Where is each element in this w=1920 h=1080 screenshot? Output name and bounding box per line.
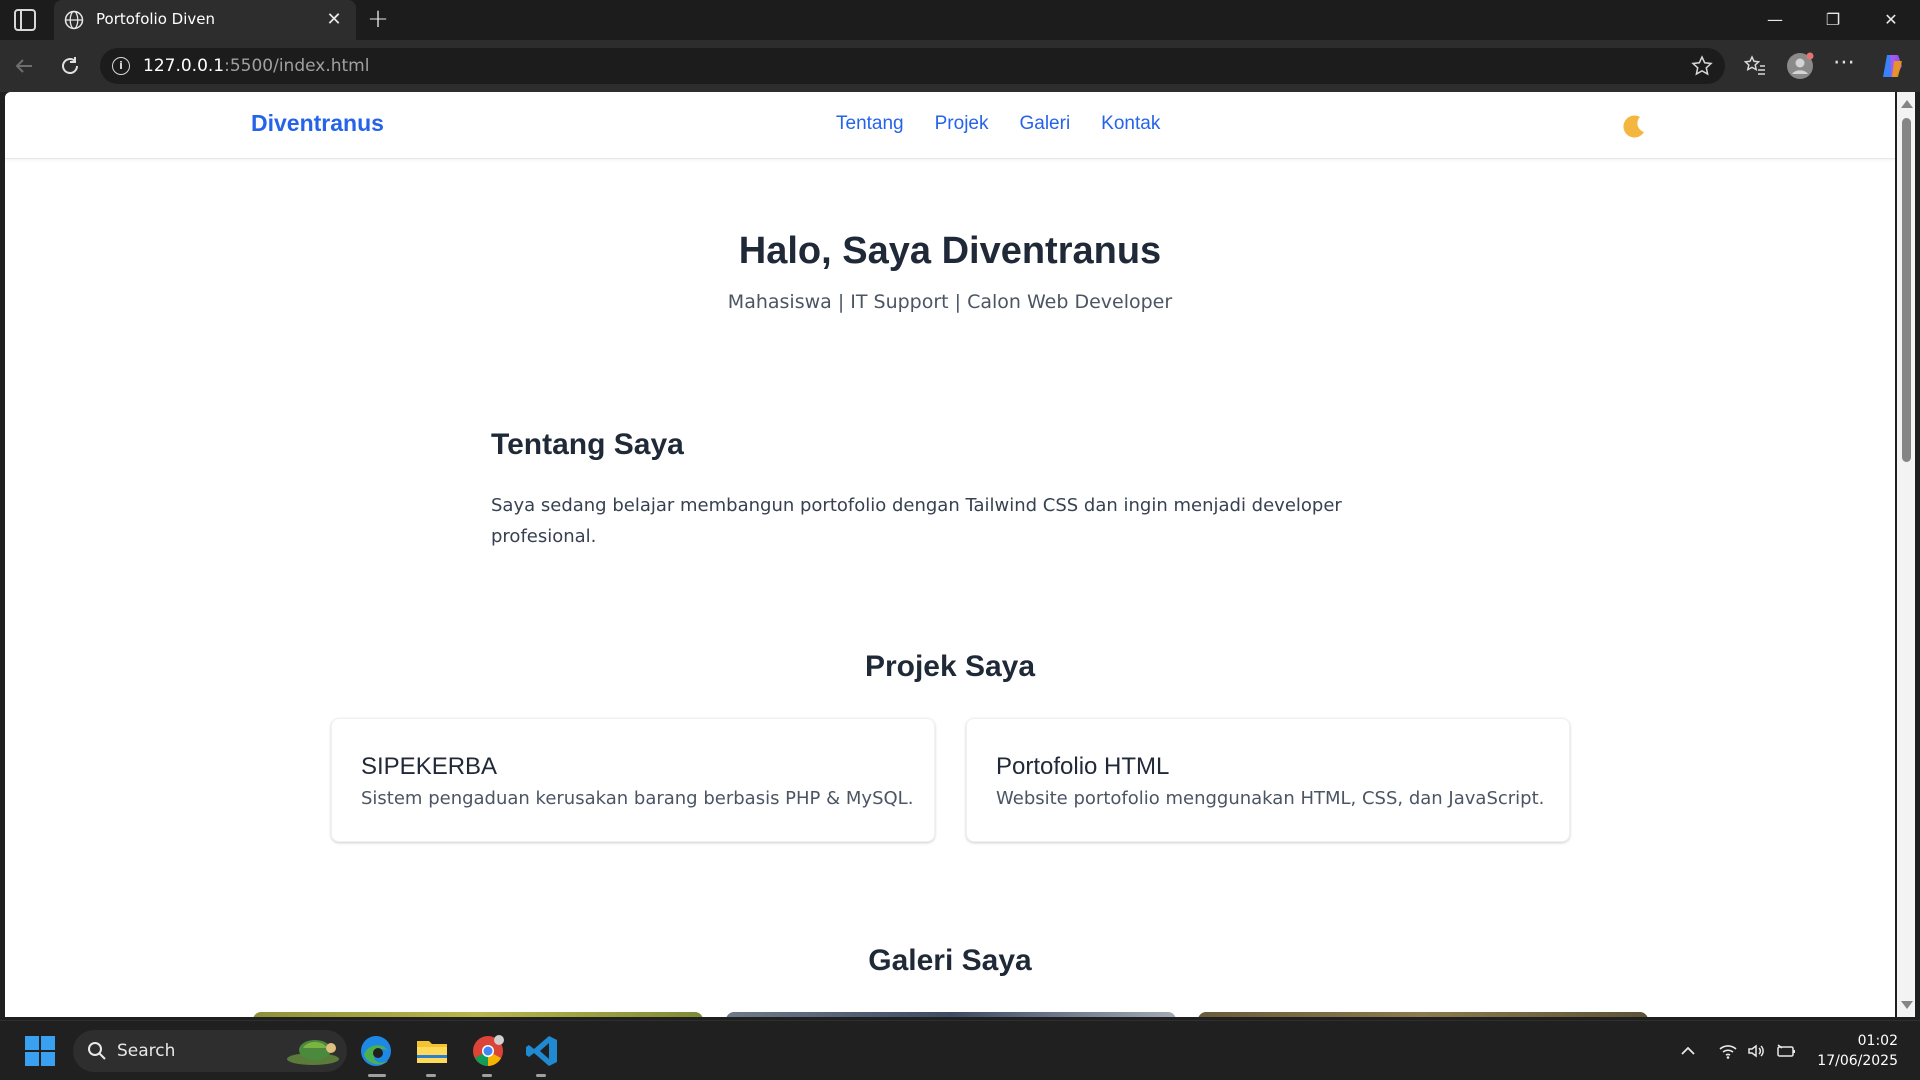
more-options-icon[interactable]: ⋯ [1830,52,1858,80]
about-text: Saya sedang belajar membangun portofolio… [491,495,1342,547]
gallery-image[interactable] [253,1012,703,1017]
vscode-icon[interactable] [524,1033,560,1069]
scroll-down-icon[interactable] [1901,1001,1913,1009]
wifi-icon[interactable] [1718,1041,1738,1061]
clock-time: 01:02 [1857,1033,1898,1049]
scroll-up-icon[interactable] [1901,100,1913,108]
profile-avatar-icon[interactable] [1786,52,1814,80]
copilot-icon[interactable] [1878,52,1906,80]
clock-date: 17/06/2025 [1817,1053,1898,1069]
scroll-thumb[interactable] [1902,118,1911,462]
back-icon[interactable] [10,52,38,80]
app-indicator [426,1074,436,1077]
minimize-icon[interactable]: — [1746,0,1804,40]
chrome-icon[interactable] [470,1033,506,1069]
browser-tab-bar: Portofolio Diven ✕ + — ❐ ✕ [0,0,1920,40]
project-title: Portofolio HTML [996,753,1170,780]
taskbar: Search 01:02 17/06/2025 [0,1020,1920,1080]
app-indicator [482,1074,492,1077]
project-description: Website portofolio menggunakan HTML, CSS… [996,788,1545,809]
tab-actions-icon[interactable] [14,9,36,31]
taskbar-search[interactable]: Search [73,1030,347,1072]
nav-link-galeri[interactable]: Galeri [1019,113,1070,135]
nav-link-projek[interactable]: Projek [935,113,989,135]
close-tab-icon[interactable]: ✕ [322,8,346,32]
url-path: :5500/index.html [224,56,370,76]
search-label: Search [117,1041,176,1061]
tab-title: Portofolio Diven [96,10,215,28]
browser-toolbar: i 127.0.0.1:5500/index.html ⋯ [0,40,1920,92]
gallery-image[interactable] [726,1012,1176,1017]
favorites-icon[interactable] [1741,52,1769,80]
edge-browser-icon[interactable] [358,1033,394,1069]
globe-icon [64,10,84,30]
active-app-indicator [368,1074,386,1077]
close-window-icon[interactable]: ✕ [1862,0,1920,40]
project-card-sipekerba[interactable]: SIPEKERBA Sistem pengaduan kerusakan bar… [331,718,935,842]
battery-icon[interactable] [1776,1041,1796,1061]
windows-start-icon[interactable] [22,1033,58,1069]
address-bar[interactable]: i 127.0.0.1:5500/index.html [100,48,1725,84]
site-info-icon[interactable]: i [112,57,130,75]
nav-link-kontak[interactable]: Kontak [1101,113,1160,135]
page-scrollbar[interactable] [1897,92,1915,1017]
hero-subtitle: Mahasiswa | IT Support | Calon Web Devel… [727,291,1173,313]
taskbar-clock[interactable]: 01:02 17/06/2025 [1817,1031,1898,1071]
new-tab-icon[interactable]: + [364,6,392,34]
url-text[interactable]: 127.0.0.1:5500/index.html [143,56,369,76]
chevron-up-icon[interactable] [1678,1041,1698,1061]
favorite-star-icon[interactable] [1691,55,1713,77]
url-host: 127.0.0.1 [143,56,225,76]
projects-title: Projek Saya [864,650,1036,683]
nav-links: Tentang Projek Galeri Kontak [836,113,1160,135]
gallery-title: Galeri Saya [868,944,1032,977]
search-highlight-icon [287,1040,339,1065]
site-navbar: Diventranus Tentang Projek Galeri Kontak [5,92,1895,159]
volume-icon[interactable] [1746,1041,1766,1061]
app-indicator [536,1074,546,1077]
project-title: SIPEKERBA [361,753,498,780]
hero-title: Halo, Saya Diventranus [738,230,1162,272]
restore-icon[interactable]: ❐ [1804,0,1862,40]
nav-link-tentang[interactable]: Tentang [836,113,904,135]
site-brand[interactable]: Diventranus [251,110,384,137]
file-explorer-icon[interactable] [414,1033,450,1069]
project-card-portofolio[interactable]: Portofolio HTML Website portofolio mengg… [966,718,1570,842]
moon-icon[interactable] [1620,113,1648,141]
project-description: Sistem pengaduan kerusakan barang berbas… [361,788,914,809]
about-title: Tentang Saya [491,428,684,461]
page-viewport: Diventranus Tentang Projek Galeri Kontak… [5,92,1895,1017]
gallery-image[interactable] [1198,1012,1648,1017]
reload-icon[interactable] [56,52,84,80]
search-icon [88,1042,106,1060]
browser-tab[interactable]: Portofolio Diven ✕ [54,0,356,40]
